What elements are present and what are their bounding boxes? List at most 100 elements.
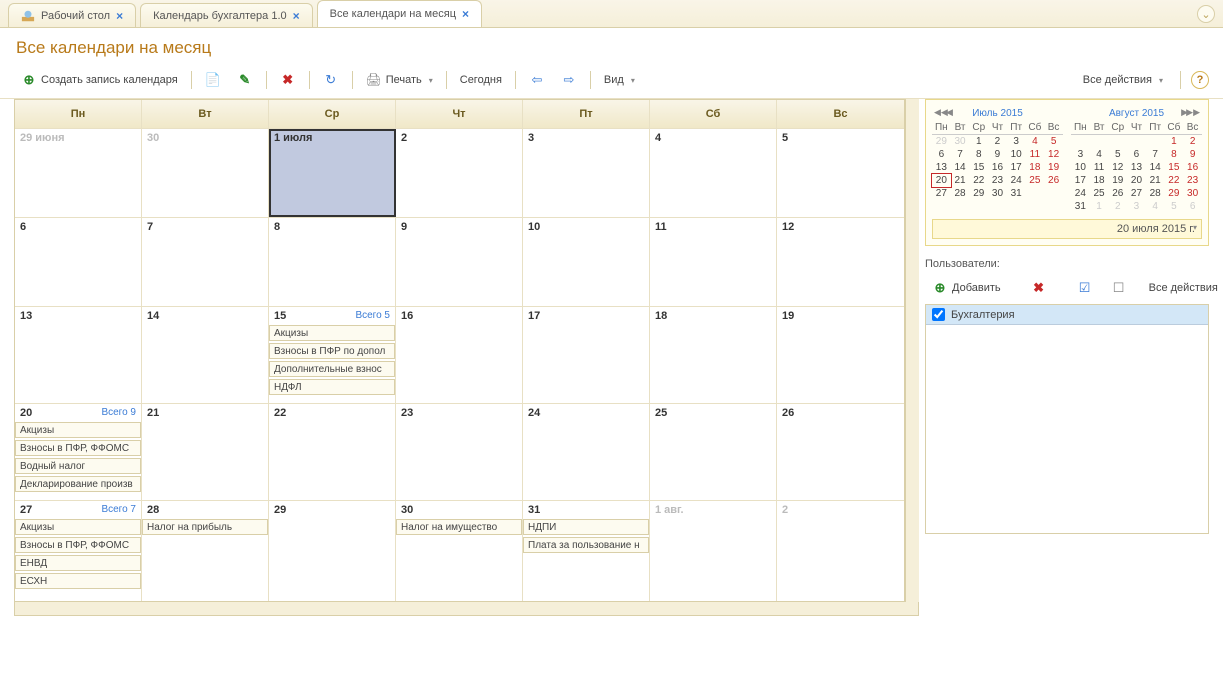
- prev-button[interactable]: ⇦: [522, 68, 552, 92]
- day-cell[interactable]: 15Всего 5АкцизыВзносы в ПФР по дополДопо…: [269, 307, 396, 403]
- tab-calendar-app[interactable]: Календарь бухгалтера 1.0 ×: [140, 3, 313, 27]
- print-button[interactable]: 🖨 Печать: [359, 68, 440, 92]
- today-button[interactable]: Сегодня: [453, 70, 509, 90]
- mini-day[interactable]: 23: [1183, 174, 1202, 187]
- mini-day[interactable]: 12: [1108, 161, 1127, 174]
- mini-day[interactable]: 11: [1090, 161, 1109, 174]
- mini-day[interactable]: [1026, 187, 1045, 200]
- help-button[interactable]: ?: [1191, 71, 1209, 89]
- day-total[interactable]: Всего 7: [101, 504, 136, 515]
- day-cell[interactable]: 25: [650, 404, 777, 500]
- add-user-button[interactable]: ⊕ Добавить: [925, 276, 1008, 300]
- mini-day[interactable]: 15: [1165, 161, 1184, 174]
- users-list[interactable]: Бухгалтерия: [925, 304, 1209, 534]
- day-cell[interactable]: 5: [777, 129, 904, 217]
- mini-day[interactable]: 30: [988, 187, 1007, 200]
- mini-day[interactable]: 10: [1071, 161, 1090, 174]
- mini-day[interactable]: 2: [1108, 200, 1127, 213]
- collapse-button[interactable]: ⌄: [1197, 5, 1215, 23]
- calendar-event[interactable]: НДПИ: [523, 519, 649, 535]
- day-cell[interactable]: 31НДПИПлата за пользование н: [523, 501, 650, 601]
- day-cell[interactable]: 19: [777, 307, 904, 403]
- calendar-event[interactable]: Дополнительные взнос: [269, 361, 395, 377]
- edit-button[interactable]: ✎: [230, 68, 260, 92]
- mini-day[interactable]: 22: [969, 174, 988, 187]
- mini-day[interactable]: 29: [1165, 187, 1184, 200]
- calendar-event[interactable]: Взносы в ПФР по допол: [269, 343, 395, 359]
- mini-day[interactable]: 1: [1090, 200, 1109, 213]
- mini-day[interactable]: 21: [951, 174, 970, 187]
- mini-day[interactable]: 1: [969, 135, 988, 149]
- mini-day[interactable]: 2: [988, 135, 1007, 149]
- check-all-button[interactable]: ☑: [1070, 276, 1100, 300]
- mini-day[interactable]: 29: [932, 135, 951, 149]
- all-actions-button[interactable]: Все действия: [1076, 70, 1170, 90]
- mini-day[interactable]: 19: [1108, 174, 1127, 187]
- mini-day[interactable]: 5: [1108, 148, 1127, 161]
- horizontal-scrollbar[interactable]: [14, 602, 919, 616]
- mini-day[interactable]: [1146, 135, 1165, 149]
- mini-day[interactable]: 6: [932, 148, 951, 161]
- mini-day[interactable]: 1: [1165, 135, 1184, 149]
- calendar-event[interactable]: Акцизы: [269, 325, 395, 341]
- calendar-event[interactable]: Налог на имущество: [396, 519, 522, 535]
- close-icon[interactable]: ×: [293, 9, 300, 23]
- mini-day[interactable]: 4: [1090, 148, 1109, 161]
- mini-day[interactable]: 27: [1127, 187, 1146, 200]
- mini-day[interactable]: [1108, 135, 1127, 149]
- delete-button[interactable]: ✖: [273, 68, 303, 92]
- calendar-event[interactable]: НДФЛ: [269, 379, 395, 395]
- mini-calendar-august[interactable]: Август 2015▶▶▶ПнВтСрЧтПтСбВс123456789101…: [1071, 106, 1202, 213]
- day-cell[interactable]: 24: [523, 404, 650, 500]
- mini-day[interactable]: 23: [988, 174, 1007, 187]
- calendar-event[interactable]: Взносы в ПФР, ФФОМС: [15, 537, 141, 553]
- day-cell[interactable]: 30Налог на имущество: [396, 501, 523, 601]
- mini-day[interactable]: 20: [932, 174, 951, 187]
- day-cell[interactable]: 23: [396, 404, 523, 500]
- mini-day[interactable]: 13: [932, 161, 951, 174]
- mini-day[interactable]: 27: [932, 187, 951, 200]
- mini-day[interactable]: 3: [1071, 148, 1090, 161]
- mini-day[interactable]: 7: [1146, 148, 1165, 161]
- mini-day[interactable]: 4: [1026, 135, 1045, 149]
- calendar-event[interactable]: Водный налог: [15, 458, 141, 474]
- mini-day[interactable]: 21: [1146, 174, 1165, 187]
- day-cell[interactable]: 29: [269, 501, 396, 601]
- mini-day[interactable]: 19: [1044, 161, 1063, 174]
- mini-next-icon[interactable]: ▶▶: [1186, 107, 1200, 118]
- day-cell[interactable]: 17: [523, 307, 650, 403]
- view-button[interactable]: Вид: [597, 70, 642, 90]
- mini-day[interactable]: [1090, 135, 1109, 149]
- mini-next-icon[interactable]: ▶: [1181, 107, 1188, 118]
- calendar-event[interactable]: Налог на прибыль: [142, 519, 268, 535]
- day-cell[interactable]: 11: [650, 218, 777, 306]
- mini-day[interactable]: 10: [1007, 148, 1026, 161]
- calendar-event[interactable]: Плата за пользование н: [523, 537, 649, 553]
- copy-button[interactable]: 📄: [198, 68, 228, 92]
- day-cell[interactable]: 18: [650, 307, 777, 403]
- mini-day[interactable]: 31: [1007, 187, 1026, 200]
- mini-day[interactable]: 24: [1071, 187, 1090, 200]
- mini-day[interactable]: 17: [1007, 161, 1026, 174]
- day-cell[interactable]: 3: [523, 129, 650, 217]
- mini-day[interactable]: 13: [1127, 161, 1146, 174]
- day-total[interactable]: Всего 5: [355, 310, 390, 321]
- mini-day[interactable]: 6: [1127, 148, 1146, 161]
- mini-calendar-july[interactable]: Июль 2015◀◀◀ПнВтСрЧтПтСбВс29301234567891…: [932, 106, 1063, 213]
- tab-month-calendars[interactable]: Все календари на месяц ×: [317, 0, 482, 27]
- day-cell[interactable]: 4: [650, 129, 777, 217]
- close-icon[interactable]: ×: [116, 9, 123, 23]
- day-cell[interactable]: 20Всего 9АкцизыВзносы в ПФР, ФФОМСВодный…: [15, 404, 142, 500]
- mini-day[interactable]: 28: [1146, 187, 1165, 200]
- mini-day[interactable]: 18: [1090, 174, 1109, 187]
- mini-day[interactable]: 24: [1007, 174, 1026, 187]
- mini-day[interactable]: 26: [1044, 174, 1063, 187]
- day-cell[interactable]: 14: [142, 307, 269, 403]
- day-cell[interactable]: 27Всего 7АкцизыВзносы в ПФР, ФФОМСЕНВДЕС…: [15, 501, 142, 601]
- day-cell[interactable]: 6: [15, 218, 142, 306]
- day-cell[interactable]: 22: [269, 404, 396, 500]
- day-cell[interactable]: 30: [142, 129, 269, 217]
- vertical-scrollbar[interactable]: [905, 99, 919, 602]
- day-cell[interactable]: 21: [142, 404, 269, 500]
- day-total[interactable]: Всего 9: [101, 407, 136, 418]
